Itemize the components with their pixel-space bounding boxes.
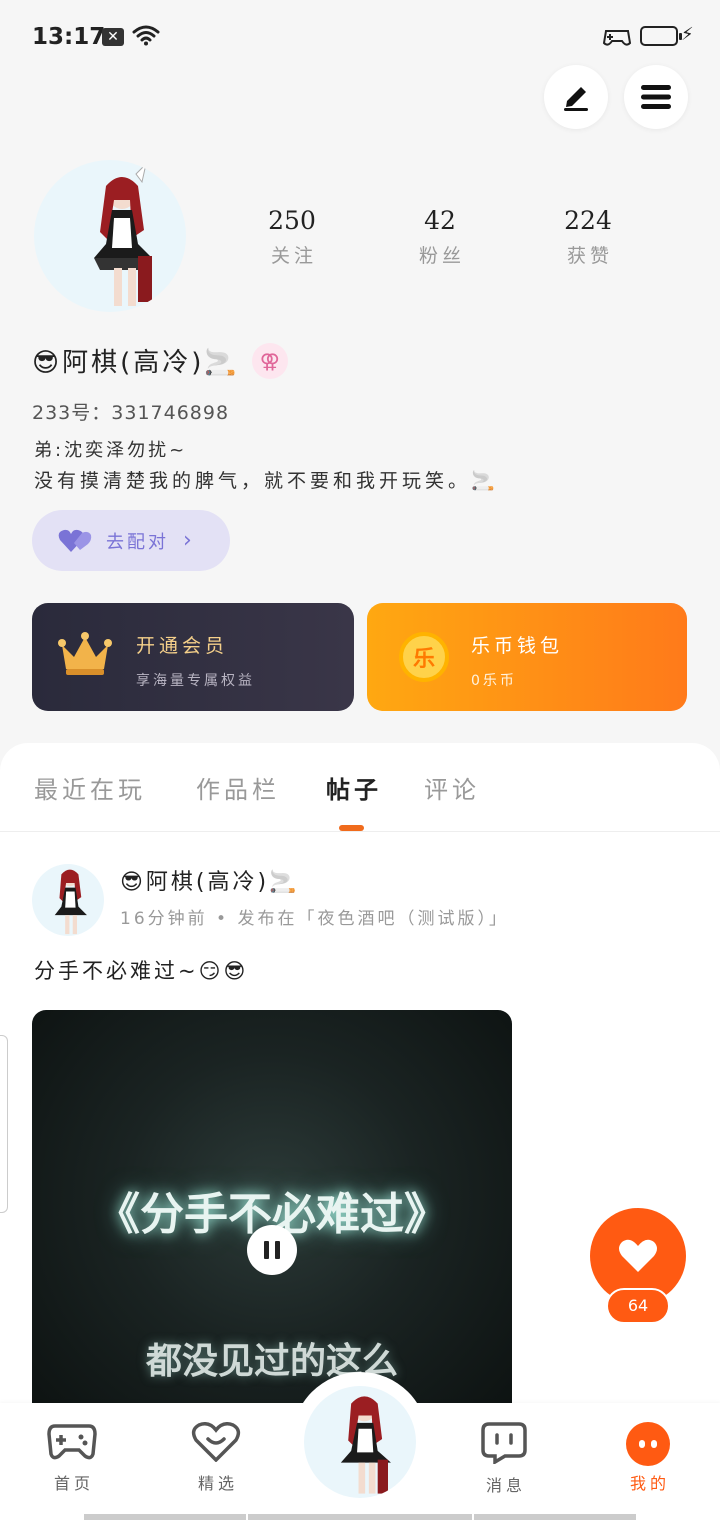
avatar-illustration [340,1396,391,1494]
pause-button[interactable] [247,1225,297,1275]
home-indicator [474,1514,636,1520]
gender-icon: ⚢ [251,342,288,379]
post-meta: 16分钟前 • 发布在「夜色酒吧（测试版）」 [120,909,509,929]
tab-works[interactable]: 作品栏 [196,770,280,805]
nav-label: 消息 [485,1476,526,1495]
nav-center-avatar[interactable] [304,1386,416,1498]
side-drawer-handle[interactable] [0,1035,8,1213]
nav-label: 我的 [629,1474,670,1493]
post-avatar[interactable] [32,864,104,936]
avatar-illustration [54,869,87,935]
pause-bar [264,1241,269,1259]
vip-subtitle: 享海量专属权益 [136,673,255,689]
coin-icon: 乐 [399,632,449,682]
stat-following[interactable]: 250 关注 [232,206,352,268]
avatar-illustration [94,162,152,306]
nav-label: 精选 [197,1474,238,1493]
nav-messages[interactable]: 消息 [454,1422,554,1496]
battery-icon [640,26,682,46]
edit-profile-button[interactable] [544,65,608,129]
post-author[interactable]: 😎阿棋(高冷)🚬 [120,864,300,896]
nav-label: 首页 [53,1474,94,1493]
charging-icon: ⚡ [681,24,694,45]
tab-posts[interactable]: 帖子 [326,770,382,805]
home-indicator [84,1514,246,1520]
heart-icon [619,1239,657,1272]
wallet-balance: 0乐币 [471,673,517,689]
stat-label: 关注 [270,245,317,267]
match-label: 去配对 [106,531,169,553]
game-mode-icon [602,30,632,46]
face-icon [626,1422,670,1466]
heart-chat-icon [191,1422,241,1463]
notification-icon: ✕ [102,28,124,46]
status-time: 13:17 [32,24,106,50]
post-text: 分手不必难过~😏😎 [34,959,249,983]
tab-recent[interactable]: 最近在玩 [34,770,146,805]
menu-button[interactable] [624,65,688,129]
crown-icon [58,632,112,675]
vip-card[interactable]: 开通会员 享海量专属权益 [32,603,354,711]
user-id: 233号：331746898 [32,402,230,424]
nav-me[interactable]: 我的 [598,1422,698,1494]
wallet-card[interactable]: 乐 乐币钱包 0乐币 [367,603,687,711]
chevron-right-icon: › [183,528,192,553]
profile-avatar[interactable] [34,160,186,312]
pause-bar [275,1241,280,1259]
vip-title: 开通会员 [136,635,229,657]
video-subtitle-text: 都没见过的这么 [145,1341,398,1382]
tab-comments[interactable]: 评论 [424,770,480,805]
bio-line-1: 弟:沈奕泽勿扰~ [34,440,188,461]
gamepad-icon [47,1424,97,1460]
post-video[interactable]: 《分手不必难过》 都没见过的这么 [32,1010,512,1430]
stat-followers[interactable]: 42 粉丝 [380,206,500,268]
stat-likes[interactable]: 224 获赞 [528,206,648,268]
wallet-title: 乐币钱包 [471,635,564,657]
wifi-icon [132,25,160,46]
profile-name-row: 😎阿棋(高冷)🚬 ⚢ [32,342,288,379]
stat-number: 250 [268,206,316,235]
stat-number: 224 [564,206,612,235]
stat-number: 42 [424,206,456,235]
pen-icon [564,87,588,111]
stat-label: 获赞 [566,245,613,267]
nav-home[interactable]: 首页 [22,1422,122,1494]
home-indicator [248,1514,472,1520]
match-button[interactable]: 去配对 › [32,510,230,571]
bio-line-2: 没有摸清楚我的脾气，就不要和我开玩笑。🚬 [34,470,499,492]
nav-featured[interactable]: 精选 [166,1422,266,1494]
profile-name: 😎阿棋(高冷)🚬 [32,348,240,378]
menu-icon [641,85,671,109]
message-icon [481,1422,527,1466]
like-count: 64 [606,1288,670,1324]
double-heart-icon [58,529,92,552]
divider [0,831,720,832]
stat-label: 粉丝 [418,245,465,267]
